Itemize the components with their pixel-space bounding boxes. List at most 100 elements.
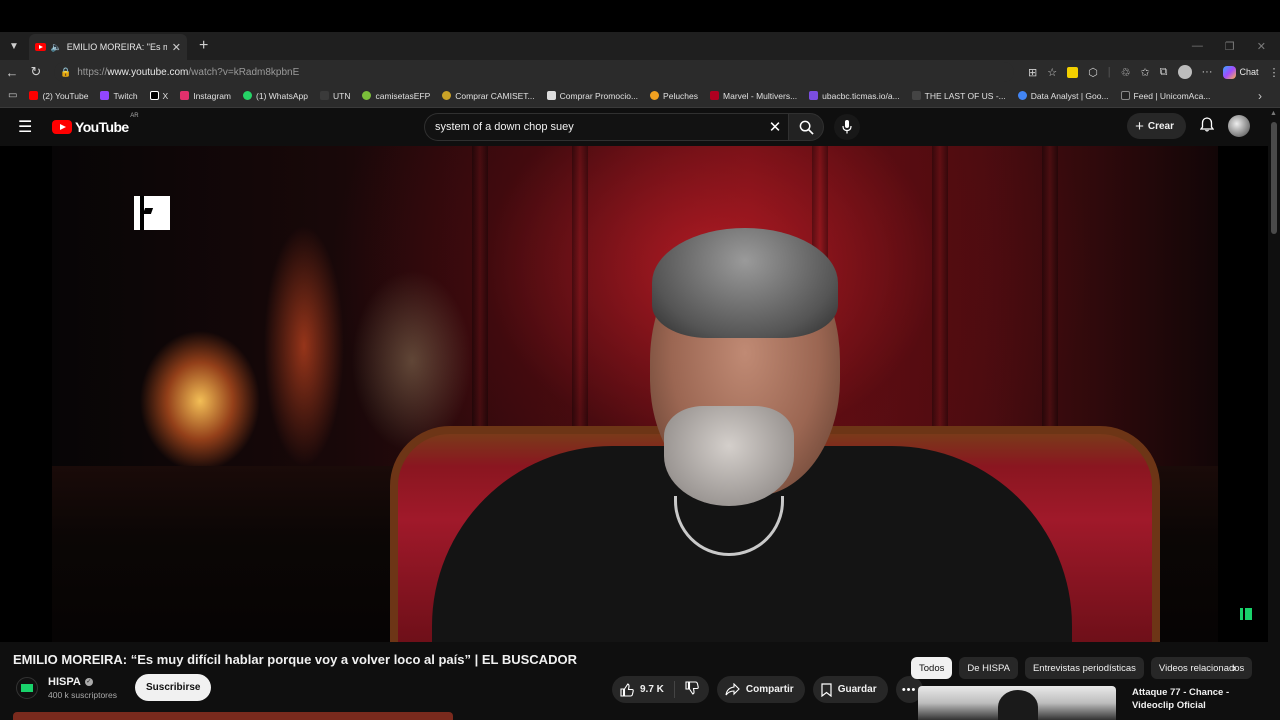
browser-tab-active[interactable]: 🔈 EMILIO MOREIRA: "Es muy difícil hablar… [29,34,187,60]
channel-avatar[interactable] [16,676,38,699]
like-count: 9.7 K [640,684,664,695]
video-title: EMILIO MOREIRA: “Es muy difícil hablar p… [13,652,577,667]
bookmark-item[interactable]: Feed | UnicomAca... [1120,91,1210,101]
recommended-title[interactable]: Attaque 77 - Chance - Videoclip Oficial [1132,686,1264,712]
chip-entrevistas[interactable]: Entrevistas periodísticas [1024,657,1144,679]
bookmark-item[interactable]: UTN [319,91,350,101]
minimize-icon[interactable]: — [1192,40,1203,53]
tab-close-icon[interactable]: ✕ [172,41,181,54]
account-avatar[interactable] [1228,115,1250,137]
youtube-header: ☰ YouTube AR ✕ + Crear [0,108,1268,146]
bookmark-item[interactable]: Comprar CAMISET... [442,91,535,101]
settings-more-icon[interactable]: ··· [1202,66,1213,78]
save-label: Guardar [837,684,877,695]
profile-avatar[interactable] [1177,65,1192,79]
chat-label: Chat [1239,67,1259,77]
channel-branding-icon[interactable] [1240,608,1252,620]
hispa-watermark-logo [134,196,170,230]
bookmark-item[interactable]: Marvel - Multivers... [710,91,797,101]
chip-de-hispa[interactable]: De HISPA [959,657,1018,679]
video-actions: 9.7 K Compartir Guardar ••• [612,676,923,703]
bookmark-item[interactable]: Instagram [180,91,231,101]
extension-icon[interactable] [1067,66,1079,78]
bookmark-item[interactable]: camisetasEFP [362,91,430,101]
channel-name-row[interactable]: HISPA ✓ [48,676,117,688]
extensions-puzzle-icon[interactable]: ⬡ [1088,66,1098,79]
bookmark-item[interactable]: Data Analyst | Goo... [1017,91,1109,101]
new-tab-icon[interactable]: + [199,37,208,55]
bookmark-item[interactable]: Peluches [650,91,698,101]
recommended-thumbnail[interactable] [918,686,1116,720]
bookmark-item[interactable]: Twitch [100,91,138,101]
window-close-icon[interactable]: ✕ [1257,40,1266,53]
create-button[interactable]: + Crear [1127,113,1186,139]
share-arrow-icon [725,683,740,696]
bookmark-item[interactable]: Comprar Promocio... [546,91,638,101]
channel-info: HISPA ✓ 400 k suscriptores [48,676,117,700]
favorite-star-icon[interactable]: ☆ [1047,66,1057,79]
url-text: https://www.youtube.com/watch?v=kRadm8kp… [77,66,300,78]
performance-icon[interactable]: ♲ [1121,66,1131,79]
twitch-icon [100,91,110,100]
separator-divider: | [1107,66,1111,78]
region-code: AR [130,113,139,119]
restore-icon[interactable]: ❐ [1225,40,1235,53]
page-scrollbar[interactable]: ▲ [1268,108,1280,720]
description-box[interactable] [13,712,453,720]
google-icon [1017,91,1027,100]
hamburger-menu-icon[interactable]: ☰ [18,117,38,137]
thumbs-up-icon [620,682,634,697]
search-box: ✕ [424,113,788,141]
chips-next-chevron-icon[interactable]: › [1232,660,1236,675]
bookmark-item[interactable]: ubacbc.ticmas.io/a... [809,91,900,101]
bookmark-item[interactable]: (1) WhatsApp [243,91,308,101]
voice-search-button[interactable] [834,114,860,140]
url-field[interactable]: 🔒 https://www.youtube.com/watch?v=kRadm8… [54,62,1014,82]
address-bar-actions: ⊞ ☆ ⬡ | ♲ ✩ ⧉ ··· Chat ⋮ [1028,65,1280,79]
tab-title: EMILIO MOREIRA: "Es muy difícil hablar p… [66,42,167,52]
promo-icon [546,91,556,100]
reload-icon[interactable]: ↻ [24,64,48,80]
chip-todos[interactable]: Todos [911,657,953,679]
chat-button[interactable]: Chat [1222,65,1259,79]
lock-icon[interactable]: 🔒 [60,67,71,78]
scrollbar-thumb[interactable] [1271,122,1277,234]
channel-row: HISPA ✓ 400 k suscriptores Suscribirse [16,674,212,701]
youtube-logo[interactable]: YouTube AR [52,113,139,135]
bookmarks-bar: ▭ (2) YouTube Twitch X Instagram (1) Wha… [0,84,1280,108]
share-button[interactable]: Compartir [716,676,805,703]
speaker-icon[interactable]: 🔈 [51,42,62,53]
dislike-button[interactable] [675,681,709,698]
youtube-favicon-icon [35,43,46,51]
copilot-icon [1222,65,1236,79]
search-icon [799,120,814,135]
chip-videos-relacionados[interactable]: Videos relacionados [1150,657,1253,679]
bookmark-item[interactable]: THE LAST OF US -... [911,91,1006,101]
bookmark-item[interactable]: X [149,91,168,101]
address-bar: ← ↻ 🔒 https://www.youtube.com/watch?v=kR… [0,60,1280,84]
channel-name[interactable]: HISPA [48,676,81,688]
video-player[interactable] [0,146,1268,642]
bookmarks-more-chevron-icon[interactable]: › [1258,89,1262,103]
back-arrow-icon[interactable]: ← [0,65,24,80]
bookmark-item[interactable]: (2) YouTube [29,91,88,101]
subscribe-button[interactable]: Suscribirse [134,674,212,701]
reading-list-icon[interactable]: ▭ [8,90,17,101]
like-dislike-group: 9.7 K [612,676,709,703]
save-button[interactable]: Guardar [812,676,888,703]
instagram-icon [180,91,190,100]
notifications-bell-icon[interactable] [1199,117,1215,135]
scroll-up-arrow-icon[interactable]: ▲ [1270,110,1277,117]
person-beard [664,406,794,506]
tab-list-chevron-icon[interactable]: ▼ [3,35,25,57]
search-button[interactable] [788,113,824,141]
chat-more-icon[interactable]: ⋮ [1269,66,1280,79]
app-available-icon[interactable]: ⊞ [1028,66,1037,79]
clear-search-icon[interactable]: ✕ [762,118,788,136]
collections-icon[interactable]: ⧉ [1160,66,1168,79]
like-button[interactable]: 9.7 K [612,681,675,698]
video-frame[interactable] [52,146,1218,642]
favorites-icon[interactable]: ✩ [1140,66,1149,79]
verified-badge-icon: ✓ [84,677,93,686]
search-input[interactable] [435,121,762,133]
